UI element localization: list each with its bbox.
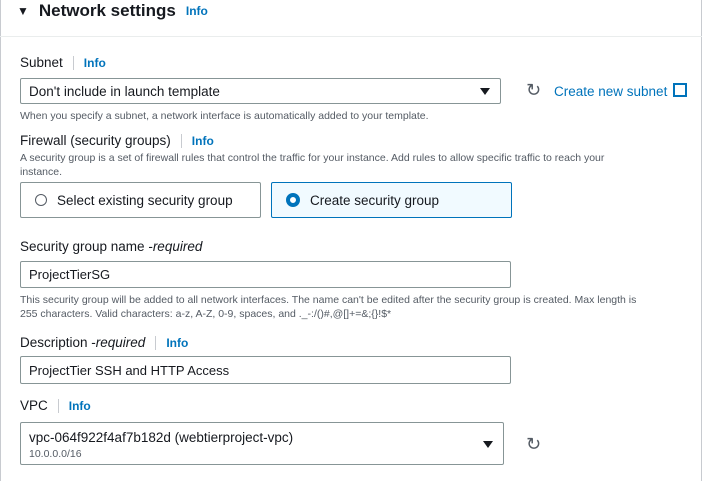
network-settings-header[interactable]: ▼ Network settings Info: [17, 0, 208, 22]
vpc-label: VPC: [20, 398, 48, 413]
description-info-link[interactable]: Info: [166, 336, 188, 350]
sg-name-value: ProjectTierSG: [29, 267, 111, 282]
required-marker: required: [152, 239, 203, 254]
external-link-icon: [673, 81, 690, 97]
section-info-link[interactable]: Info: [186, 4, 208, 18]
subnet-select-value: Don't include in launch template: [29, 83, 220, 99]
subnet-info-link[interactable]: Info: [84, 56, 106, 70]
firewall-info-link[interactable]: Info: [192, 134, 214, 148]
chevron-down-icon: [483, 441, 493, 448]
create-subnet-link[interactable]: Create new subnet: [554, 81, 690, 101]
label-separator: [180, 133, 182, 148]
create-subnet-label: Create new subnet: [554, 84, 668, 99]
subnet-label-row: Subnet Info: [20, 55, 106, 70]
vpc-label-row: VPC Info: [20, 398, 91, 413]
create-sg-label: Create security group: [310, 192, 440, 208]
firewall-help-line2: instance.: [20, 166, 63, 178]
sg-name-help: This security group will be added to all…: [20, 293, 695, 321]
caret-down-icon[interactable]: ▼: [17, 4, 29, 18]
sg-name-label-row: Security group name - required: [20, 239, 202, 254]
radio-unselected-icon[interactable]: [35, 194, 47, 206]
header-divider: [0, 36, 702, 37]
firewall-help: A security group is a set of firewall ru…: [20, 151, 680, 179]
chevron-down-icon: [480, 87, 490, 95]
sg-name-label: Security group name -: [20, 239, 153, 254]
subnet-select[interactable]: Don't include in launch template: [20, 78, 501, 104]
description-label-row: Description - required Info: [20, 335, 188, 350]
sg-name-input[interactable]: ProjectTierSG: [20, 261, 511, 288]
description-label: Description -: [20, 335, 96, 350]
description-value: ProjectTier SSH and HTTP Access: [29, 362, 230, 378]
firewall-label: Firewall (security groups): [20, 133, 171, 148]
vpc-select-text: vpc-064f922f4af7b182d (webtierproject-vp…: [29, 423, 293, 460]
select-existing-sg-label: Select existing security group: [57, 192, 233, 208]
section-title: Network settings: [38, 1, 176, 20]
radio-selected-icon[interactable]: [286, 193, 300, 207]
required-marker: required: [95, 335, 146, 350]
subnet-help: When you specify a subnet, a network int…: [20, 110, 429, 122]
description-input[interactable]: ProjectTier SSH and HTTP Access: [20, 356, 511, 384]
panel-border-left: [0, 0, 1, 481]
sg-name-help-line2: 255 characters. Valid characters: a-z, A…: [20, 308, 392, 320]
subnet-label: Subnet: [20, 55, 63, 70]
select-existing-sg-option[interactable]: Select existing security group: [20, 182, 261, 218]
create-sg-option[interactable]: Create security group: [271, 182, 512, 218]
panel-border-right: [701, 0, 702, 481]
vpc-select-value: vpc-064f922f4af7b182d (webtierproject-vp…: [29, 430, 294, 445]
sg-name-help-line1: This security group will be added to all…: [20, 294, 637, 306]
firewall-help-line1: A security group is a set of firewall ru…: [20, 152, 605, 164]
vpc-info-link[interactable]: Info: [69, 399, 91, 413]
vpc-cidr: 10.0.0.0/16: [29, 448, 82, 460]
firewall-label-row: Firewall (security groups) Info: [20, 133, 214, 148]
vpc-refresh-icon[interactable]: ↻: [526, 434, 541, 455]
label-separator: [72, 55, 74, 70]
label-separator: [57, 398, 59, 413]
label-separator: [155, 335, 157, 350]
subnet-refresh-icon[interactable]: ↻: [526, 80, 541, 101]
vpc-select[interactable]: vpc-064f922f4af7b182d (webtierproject-vp…: [20, 422, 504, 465]
